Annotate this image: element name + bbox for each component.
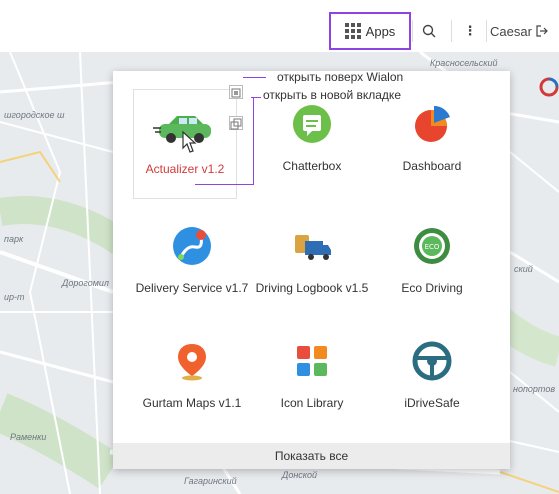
user-name: Caesar [490,23,532,39]
app-tile-eco-driving[interactable]: ECO Eco Driving [373,211,491,321]
app-tile-label: Eco Driving [401,281,463,295]
truck-icon [295,235,331,260]
eco-wheel-icon: ECO [414,228,450,264]
open-new-tab-tooltip: открыть в новой вкладке [263,88,401,102]
more-menu-button[interactable]: ⋮ [458,12,482,50]
logout-icon [536,25,548,37]
divider [451,20,452,42]
map-label: Раменки [10,432,47,442]
map-label: Гагаринский [184,476,237,486]
chat-icon [293,105,331,143]
app-tile-label: Dashboard [402,159,462,173]
callout-line [243,77,266,78]
car-icon [153,116,211,153]
map-label: ир-т [4,292,25,302]
app-tile-chatterbox[interactable]: Chatterbox [253,89,371,199]
search-button[interactable] [414,12,444,50]
show-all-button[interactable]: Показать все [113,443,510,469]
search-icon [422,24,436,38]
apps-button[interactable]: Apps [329,12,411,50]
apps-panel: Actualizer v1.2 Chatterbox Dashboard Del… [113,71,510,469]
new-tab-icon [230,118,242,130]
open-overlay-icon [231,88,241,98]
callout-line [195,184,254,185]
app-tile-delivery-service[interactable]: Delivery Service v1.7 [133,211,251,321]
app-tile-label: Actualizer v1.2 [145,162,225,176]
map-label: Донской [282,470,318,480]
app-tile-label: iDriveSafe [404,396,460,410]
grid-icon [344,23,361,39]
steering-wheel-icon [412,341,452,381]
map-label: нопортов [513,384,556,394]
open-new-tab-button[interactable] [229,116,243,130]
wialon-logo-icon [539,77,559,97]
app-tile-gurtam-maps[interactable]: Gurtam Maps v1.1 [133,326,251,436]
divider [486,20,487,42]
app-tile-driving-logbook[interactable]: Driving Logbook v1.5 [253,211,371,321]
user-menu-button[interactable]: Caesar [490,12,559,50]
app-tile-idrivesafe[interactable]: iDriveSafe [373,326,491,436]
kebab-icon: ⋮ [463,23,477,38]
map-label: парк [4,234,24,244]
route-icon [173,227,211,265]
bus-icon [297,346,327,376]
apps-button-label: Apps [365,23,396,39]
app-tile-label: Chatterbox [282,159,342,173]
open-over-button[interactable] [229,85,243,99]
map-label: Дорогомил [62,278,109,288]
map-label: Красносельский [430,58,498,68]
map-label: шгородское ш [4,110,65,120]
app-tile-label: Icon Library [280,396,344,410]
svg-text:ECO: ECO [425,243,440,251]
app-tile-icon-library[interactable]: Icon Library [253,326,371,436]
top-bar: Apps ⋮ Caesar [0,0,559,50]
pie-chart-icon [415,105,450,142]
app-tile-dashboard[interactable]: Dashboard [373,89,491,199]
app-tile-actualizer[interactable]: Actualizer v1.2 [133,89,237,199]
map-pin-icon [178,344,206,381]
app-tile-label: Driving Logbook v1.5 [255,281,369,295]
app-tile-label: Gurtam Maps v1.1 [142,396,242,410]
callout-line [253,98,254,184]
divider [412,20,413,42]
app-tile-label: Delivery Service v1.7 [135,281,249,295]
open-over-tooltip: открыть поверх Wialon [277,70,404,84]
map-label: ский [514,264,533,274]
